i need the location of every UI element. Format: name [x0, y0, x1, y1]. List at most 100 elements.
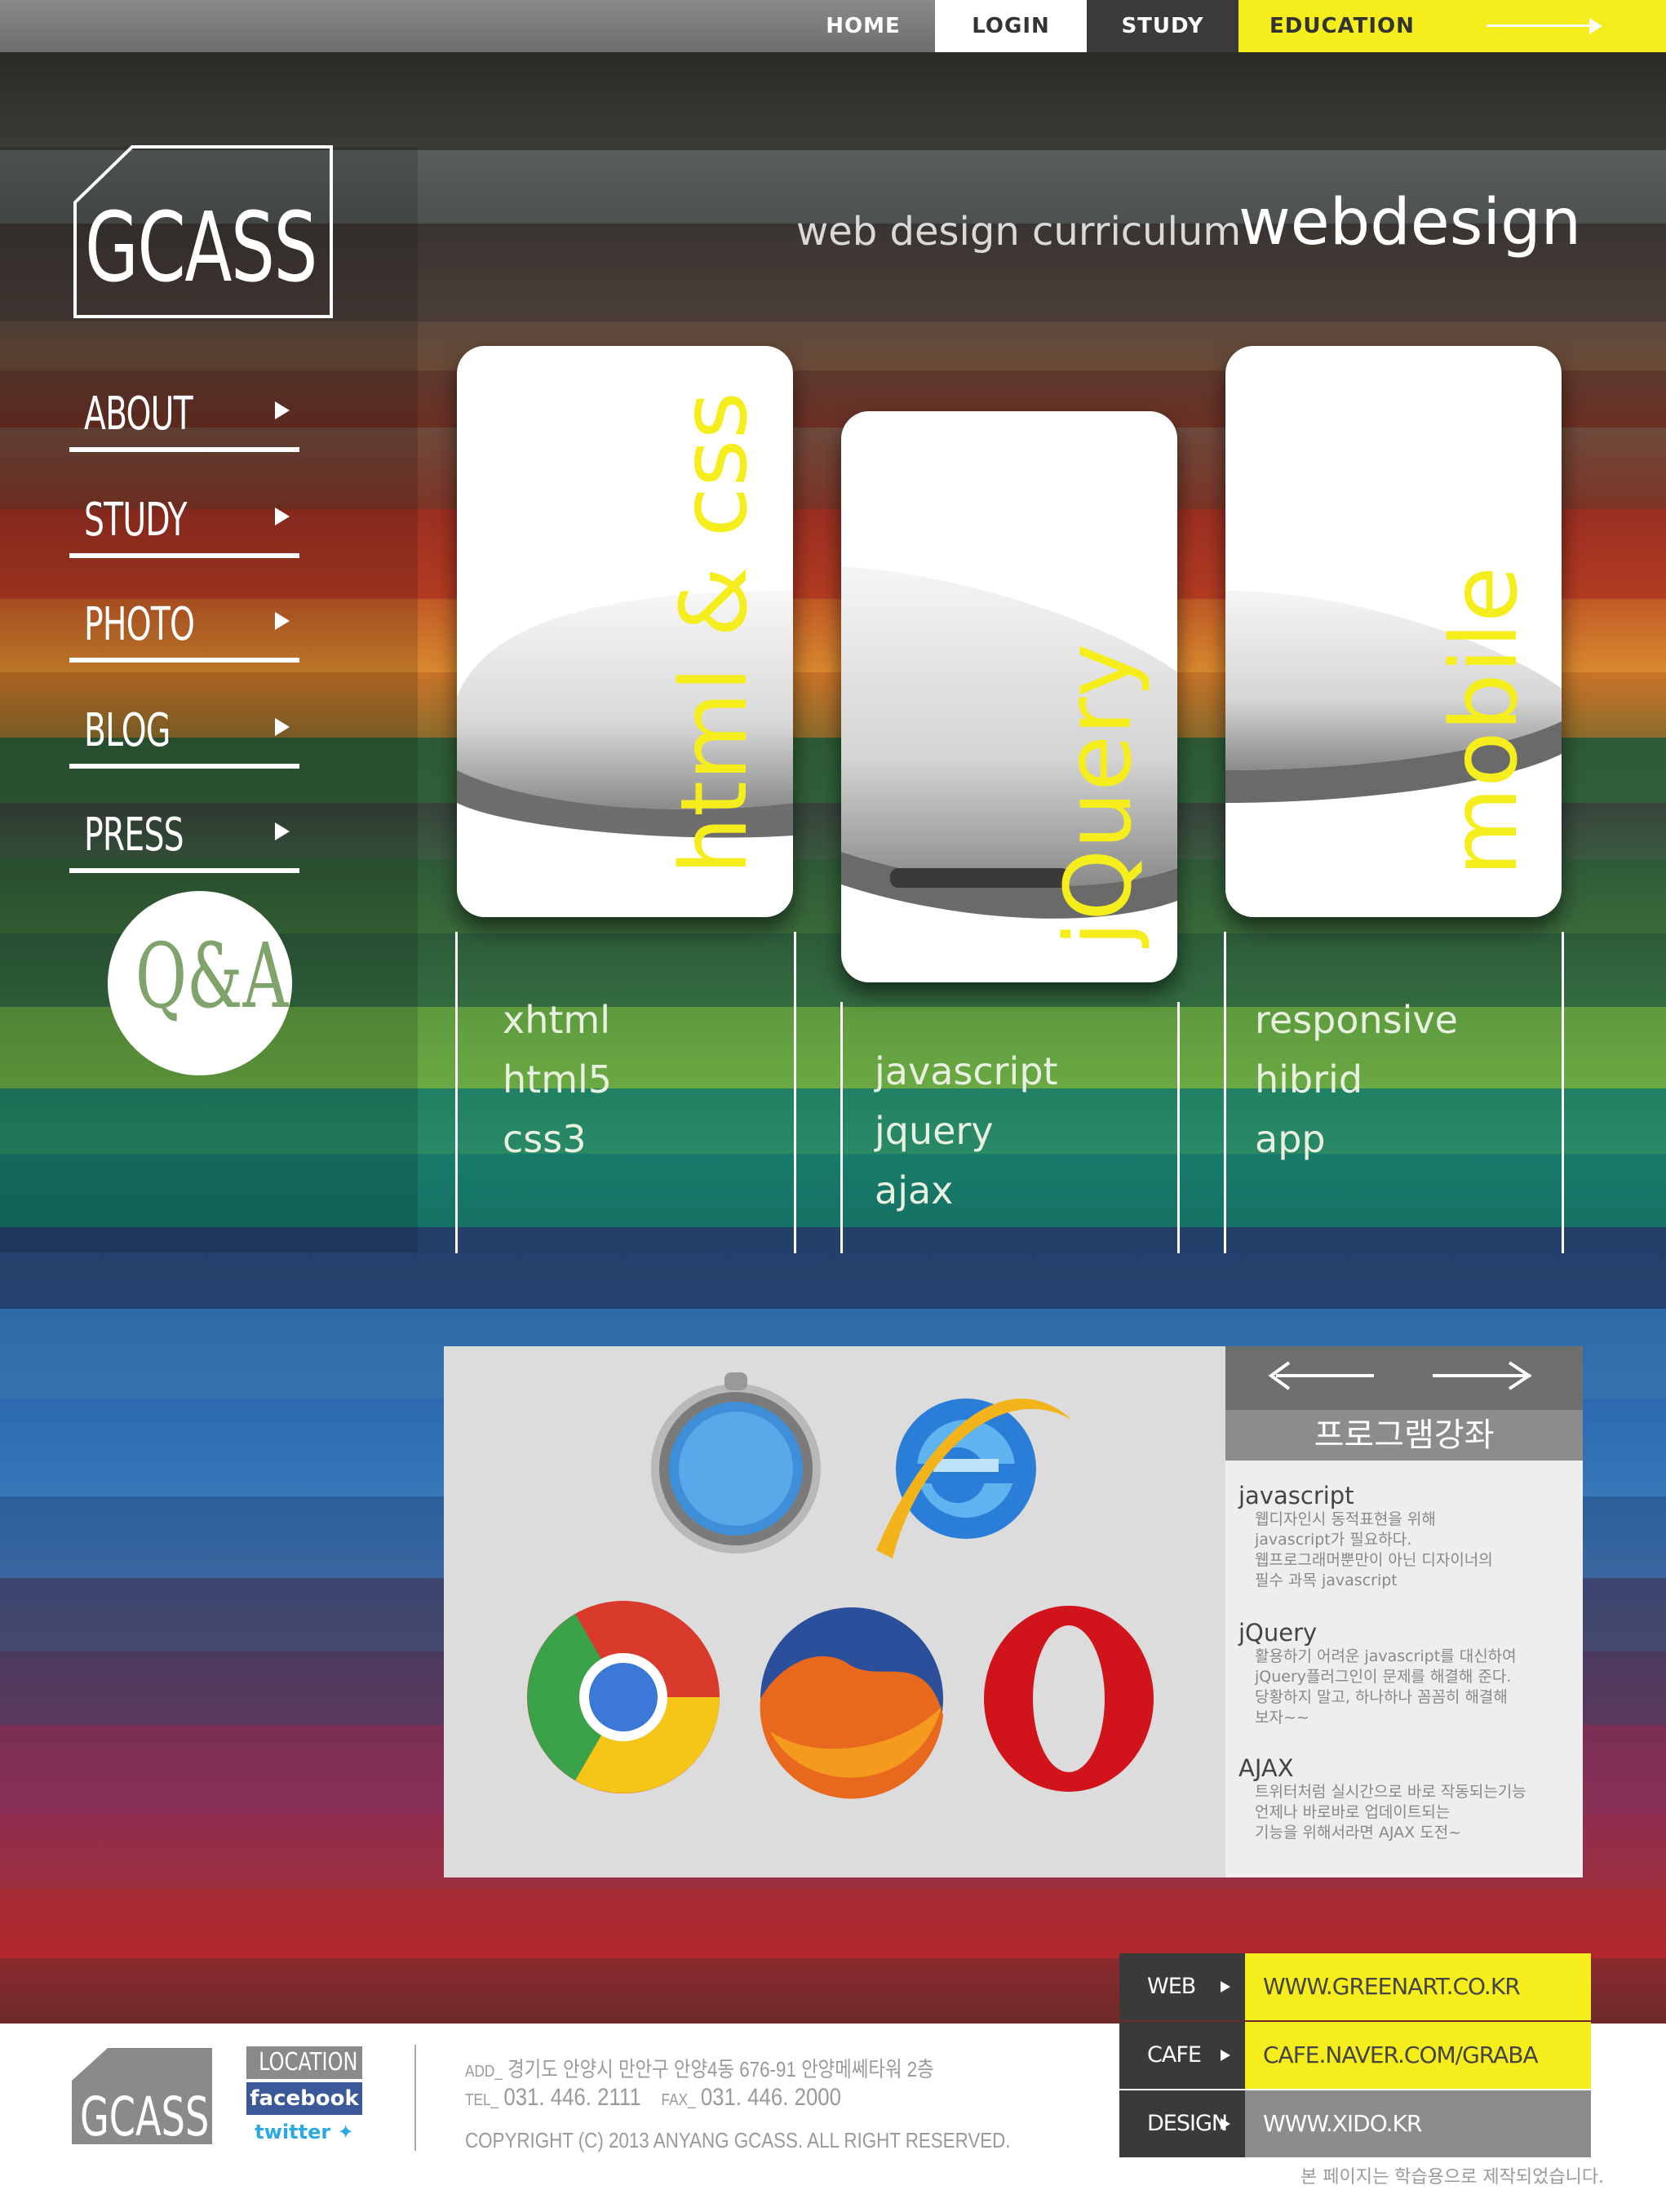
address: ADD_ 경기도 안양시 만안구 안양4동 676-91 안양메쎄타워 2층	[465, 2053, 934, 2083]
tel-label: TEL_	[465, 2091, 499, 2109]
sidebar-item-blog[interactable]: BLOG	[69, 672, 299, 769]
card-title: jQuery	[1046, 643, 1152, 947]
divider	[794, 932, 796, 1253]
divider	[1562, 932, 1564, 1253]
link-value: WWW.GREENART.CO.KR	[1245, 1953, 1591, 2020]
list-item: responsive	[1255, 998, 1458, 1042]
card-title: mobile	[1432, 566, 1538, 876]
triangle-right-icon	[275, 401, 290, 419]
list-item: javascript	[875, 1049, 1058, 1093]
divider	[1177, 1002, 1180, 1253]
qa-button[interactable]: Q&A	[108, 891, 292, 1075]
browser-icons-panel	[444, 1346, 1225, 1877]
list-html-css: xhtml html5 css3	[503, 991, 612, 1169]
fax-label: FAX_	[661, 2091, 696, 2109]
list-item: html5	[503, 1057, 613, 1102]
link-value: WWW.XIDO.KR	[1245, 2090, 1591, 2157]
section-heading: AJAX	[1238, 1754, 1294, 1782]
triangle-right-icon	[1221, 1981, 1230, 1993]
sidebar-item-about[interactable]: ABOUT	[69, 356, 299, 452]
topnav-home[interactable]: HOME	[791, 0, 935, 52]
topnav-home-label: HOME	[826, 14, 901, 38]
section-line: 웹프로그래머뿐만이 아닌 디자이너의	[1255, 1551, 1493, 1569]
browser-icons	[527, 1372, 1154, 1799]
section-line: 언제나 바로바로 업데이트되는	[1255, 1803, 1451, 1821]
topnav-study[interactable]: STUDY	[1087, 0, 1238, 52]
program-panel: 프로그램강좌 javascript 웹디자인시 동적표현을 위해 javascr…	[1225, 1346, 1583, 1877]
footer-logo-text: GCASS	[80, 2086, 210, 2148]
facebook-label: facebook	[250, 2086, 359, 2111]
link-value: CAFE.NAVER.COM/GRABA	[1245, 2022, 1591, 2089]
firefox-icon	[760, 1607, 943, 1799]
list-item: app	[1255, 1117, 1326, 1161]
sidebar-item-photo[interactable]: PHOTO	[69, 566, 299, 663]
card-mobile[interactable]: mobile	[1225, 346, 1562, 917]
link-cafe[interactable]: CAFE CAFE.NAVER.COM/GRABA	[1119, 2022, 1591, 2089]
topnav-login[interactable]: LOGIN	[935, 0, 1087, 52]
sidebar-item-press[interactable]: PRESS	[69, 777, 299, 873]
card-html-css[interactable]: html & css	[457, 346, 793, 917]
list-mobile: responsive hibrid app	[1255, 991, 1458, 1169]
gcass-logo[interactable]: GCASS	[73, 145, 333, 318]
triangle-right-icon	[275, 718, 290, 736]
twitter-bird-icon: ✦	[330, 2121, 354, 2143]
sidebar-item-study[interactable]: STUDY	[69, 462, 299, 558]
internet-explorer-icon	[876, 1399, 1072, 1558]
arrow-right-head	[1508, 1361, 1532, 1390]
link-key: CAFE	[1119, 2022, 1245, 2089]
footer-note: 본 페이지는 학습용으로 제작되었습니다.	[1300, 2167, 1605, 2188]
section-line: 웹디자인시 동적표현을 위해	[1255, 1510, 1436, 1528]
twitter-button[interactable]: twitter ✦	[246, 2118, 362, 2146]
program-title: 프로그램강좌	[1225, 1410, 1583, 1461]
top-nav-bar: HOME LOGIN STUDY EDUCATION	[0, 0, 1666, 52]
topnav-study-label: STUDY	[1121, 14, 1204, 38]
list-item: xhtml	[503, 998, 611, 1042]
link-key-label: WEB	[1147, 1974, 1196, 1999]
page-subtitle: web design curriculum	[796, 209, 1242, 255]
opera-icon	[984, 1606, 1154, 1792]
triangle-right-icon	[275, 508, 290, 525]
section-line: javascript가 필요하다.	[1255, 1531, 1412, 1549]
footer-logo[interactable]: GCASS	[72, 2048, 212, 2144]
sidebar-item-label: STUDY	[84, 494, 187, 547]
triangle-right-icon	[1221, 2118, 1230, 2130]
safari-icon	[651, 1372, 821, 1554]
divider	[455, 932, 458, 1253]
program-section: AJAX 트위터처럼 실시간으로 바로 작동되는기능 언제나 바로바로 업데이트…	[1238, 1754, 1526, 1843]
topnav-login-label: LOGIN	[972, 14, 1050, 38]
divider	[69, 764, 299, 769]
location-button[interactable]: LOCATION	[246, 2046, 362, 2079]
facebook-button[interactable]: facebook	[246, 2082, 362, 2115]
sidebar-item-label: PRESS	[84, 809, 184, 862]
triangle-right-icon	[1221, 2050, 1230, 2061]
link-key: WEB	[1119, 1953, 1245, 2020]
program-section: jQuery 활용하기 어려운 javascript를 대신하여 jQuery플…	[1238, 1619, 1517, 1728]
link-design[interactable]: DESIGN WWW.XIDO.KR	[1119, 2090, 1591, 2157]
copyright: COPYRIGHT (C) 2013 ANYANG GCASS. ALL RIG…	[465, 2128, 1011, 2152]
tel-value: 031. 446. 2111	[503, 2084, 641, 2111]
section-line: 필수 과목 javascript	[1255, 1571, 1398, 1589]
list-item: hibrid	[1255, 1057, 1363, 1102]
section-line: jQuery플러그인이 문제를 해결해 준다.	[1255, 1668, 1512, 1686]
triangle-right-icon	[275, 822, 290, 840]
divider	[414, 2045, 416, 2151]
address-value: 경기도 안양시 만안구 안양4동 676-91 안양메쎄타워 2층	[507, 2057, 934, 2081]
link-web[interactable]: WEB WWW.GREENART.CO.KR	[1119, 1953, 1591, 2020]
qa-label: Q&A	[135, 924, 289, 1028]
link-key-label: CAFE	[1147, 2042, 1202, 2068]
list-item: css3	[503, 1117, 587, 1161]
section-line: 활용하기 어려운 javascript를 대신하여	[1255, 1647, 1517, 1665]
arrow-right-icon	[1487, 24, 1593, 27]
list-item: jquery	[875, 1109, 994, 1153]
arrow-right-head	[1589, 18, 1602, 34]
divider	[69, 658, 299, 663]
sidebar-item-label: PHOTO	[84, 598, 195, 651]
divider	[69, 868, 299, 873]
sidebar-item-label: BLOG	[84, 704, 171, 757]
link-key: DESIGN	[1119, 2090, 1245, 2157]
logo-text: GCASS	[85, 191, 317, 304]
program-section: javascript 웹디자인시 동적표현을 위해 javascript가 필요…	[1238, 1482, 1493, 1591]
link-key-label: DESIGN	[1147, 2111, 1228, 2136]
list-jquery: javascript jquery ajax	[875, 1042, 1058, 1221]
card-jquery[interactable]: jQuery	[841, 411, 1177, 982]
